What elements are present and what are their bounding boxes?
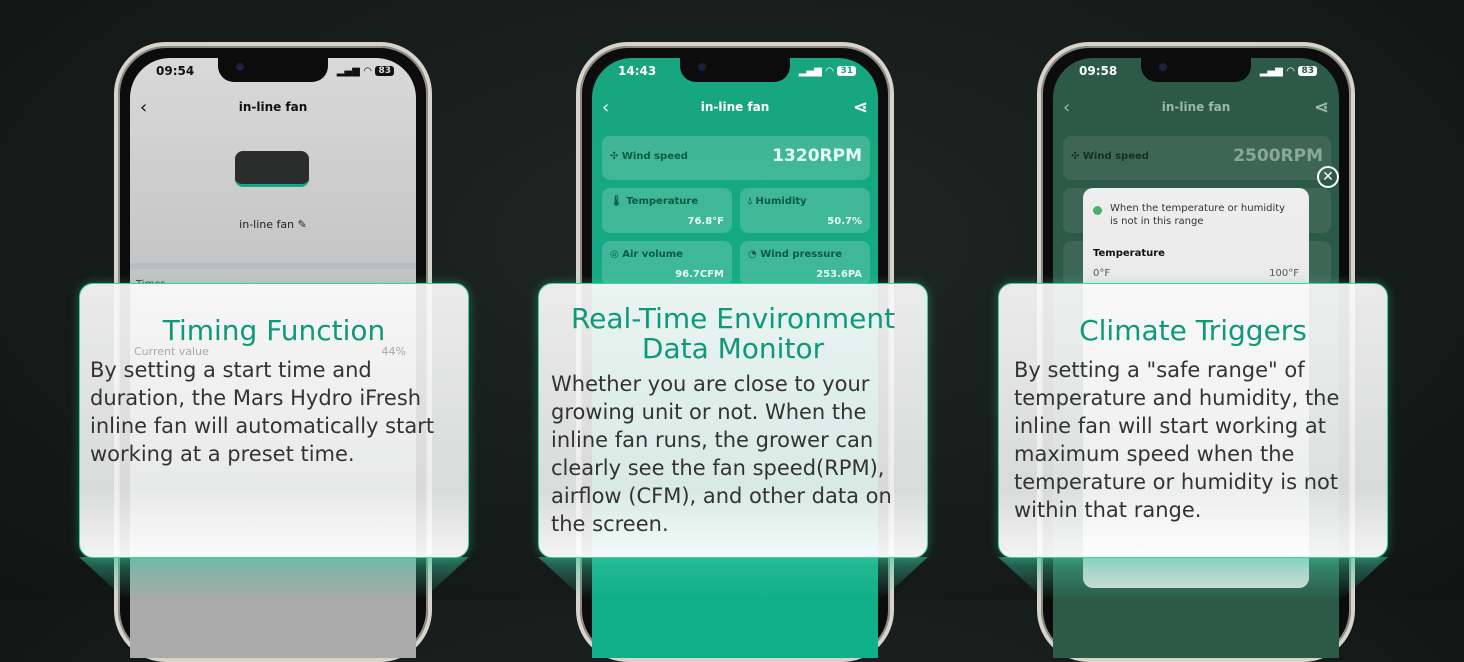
modal-message-row: When the temperature or humidity is not … xyxy=(1093,202,1303,228)
ghost-current-value: Current value 44% xyxy=(134,345,406,358)
temperature-card: 🌡︎ Temperature 76.8°F xyxy=(602,188,732,233)
signal-icon: ▂▄▆ xyxy=(798,65,822,77)
fan-image xyxy=(229,151,313,187)
panel-glow xyxy=(998,557,1388,600)
back-icon[interactable]: ‹ xyxy=(602,97,609,118)
feature-panel-timing: Timing Function By setting a start time … xyxy=(79,283,469,558)
battery-level: 31 xyxy=(840,66,853,76)
device-name: in-line fan ✎ xyxy=(130,218,416,231)
wind-pressure-card: ◔ Wind pressure 253.6PA xyxy=(740,241,870,286)
modal-section-title: Temperature xyxy=(1093,248,1165,259)
nav-bar: ‹ in-line fan xyxy=(130,92,416,122)
status-dot-icon xyxy=(1093,206,1102,215)
thermometer-icon: 🌡︎ xyxy=(610,196,623,207)
modal-message: When the temperature or humidity is not … xyxy=(1110,203,1286,227)
feature-panel-climate: Climate Triggers By setting a "safe rang… xyxy=(998,283,1388,558)
wind-pressure-label: Wind pressure xyxy=(760,249,843,260)
droplet-icon: 💧︎ xyxy=(748,196,752,207)
wind-speed-card: ✣ Wind speed 1320RPM xyxy=(602,136,870,180)
battery-level: 83 xyxy=(378,66,391,76)
wifi-icon: ◠ xyxy=(1286,65,1295,77)
panel-title: Climate Triggers xyxy=(1079,314,1307,347)
ghost-label: Current value xyxy=(134,345,209,358)
notch xyxy=(1141,58,1251,82)
clock: 14:43 xyxy=(618,64,657,78)
wifi-icon: ◠ xyxy=(363,65,372,77)
share-icon[interactable]: ⋖ xyxy=(1314,97,1329,118)
battery-icon: 83 xyxy=(375,66,394,76)
wind-speed-label: Wind speed xyxy=(621,151,688,162)
humidity-card: 💧︎ Humidity 50.7% xyxy=(740,188,870,233)
screen-title: in-line fan xyxy=(238,100,308,114)
share-icon[interactable]: ⋖ xyxy=(853,97,868,118)
battery-icon: 83 xyxy=(1298,66,1317,76)
wind-speed-label: Wind speed xyxy=(1082,151,1149,162)
notch xyxy=(218,58,328,82)
humidity-value: 50.7% xyxy=(827,216,862,227)
air-volume-icon: ◎ xyxy=(610,249,619,260)
edit-icon[interactable]: ✎ xyxy=(298,218,307,231)
panel-body: Whether you are close to your growing un… xyxy=(551,372,892,536)
signal-icon: ▂▄▆ xyxy=(1259,65,1283,77)
screen-title: in-line fan xyxy=(700,100,770,114)
clock: 09:58 xyxy=(1079,64,1118,78)
wind-speed-value: 2500RPM xyxy=(1233,146,1323,166)
wind-speed-card: ✣ Wind speed 2500RPM xyxy=(1063,136,1331,180)
gauge-icon: ◔ xyxy=(748,249,757,260)
air-volume-card: ◎ Air volume 96.7CFM xyxy=(602,241,732,286)
wind-pressure-value: 253.6PA xyxy=(816,269,862,280)
panel-glow xyxy=(79,557,469,600)
close-icon[interactable]: ✕ xyxy=(1317,166,1339,188)
device-name-text: in-line fan xyxy=(239,218,295,231)
fan-icon: ✣ xyxy=(1071,151,1080,162)
wind-speed-value: 1320RPM xyxy=(772,146,862,166)
notch xyxy=(680,58,790,82)
back-icon[interactable]: ‹ xyxy=(140,97,147,118)
panel-title: Real-Time Environment Data Monitor xyxy=(570,302,896,365)
range-min: 0°F xyxy=(1093,268,1111,279)
wifi-icon: ◠ xyxy=(825,65,834,77)
nav-bar: ‹ in-line fan ⋖ xyxy=(1053,92,1339,122)
ghost-value: 44% xyxy=(381,345,406,358)
range-max: 100°F xyxy=(1269,268,1299,279)
fan-icon: ✣ xyxy=(610,151,619,162)
clock: 09:54 xyxy=(156,64,195,78)
air-volume-label: Air volume xyxy=(622,249,683,260)
feature-panel-monitor: Real-Time Environment Data Monitor Wheth… xyxy=(538,283,928,558)
nav-bar: ‹ in-line fan ⋖ xyxy=(592,92,878,122)
battery-level: 83 xyxy=(1301,66,1314,76)
battery-icon: 31 xyxy=(837,66,856,76)
signal-icon: ▂▄▆ xyxy=(336,65,360,77)
range-labels: 0°F 100°F xyxy=(1093,268,1299,279)
humidity-label: Humidity xyxy=(755,196,807,207)
panel-body: By setting a "safe range" of temperature… xyxy=(1014,358,1340,522)
screen-title: in-line fan xyxy=(1161,100,1231,114)
air-volume-value: 96.7CFM xyxy=(675,269,724,280)
panel-glow xyxy=(538,557,928,600)
temperature-label: Temperature xyxy=(626,196,699,207)
panel-title: Timing Function xyxy=(162,314,386,347)
panel-body: By setting a start time and duration, th… xyxy=(90,358,435,466)
temperature-value: 76.8°F xyxy=(687,216,724,227)
back-icon[interactable]: ‹ xyxy=(1063,97,1070,118)
